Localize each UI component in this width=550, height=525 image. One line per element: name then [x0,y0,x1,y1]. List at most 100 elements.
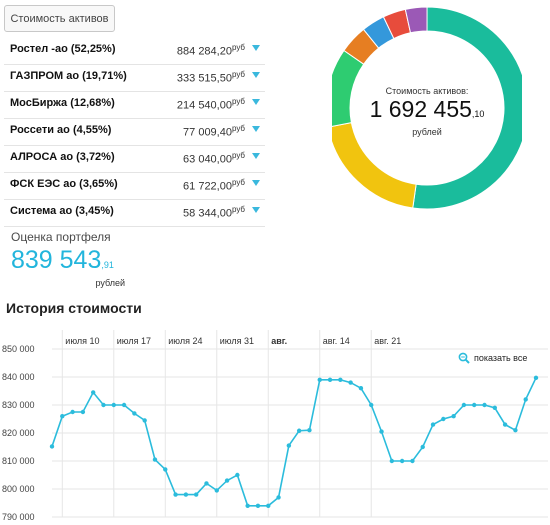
asset-value-unit: руб [231,151,245,160]
asset-row[interactable]: МосБиржа (12,68%) 214 540,00руб [4,92,265,119]
asset-row[interactable]: АЛРОСА ао (3,72%) 63 040,00руб [4,146,265,173]
asset-name: ФСК ЕЭС ао (3,65%) [10,178,118,190]
x-tick-label: авг. [271,336,287,346]
asset-value-amount: 214 540,00 [176,99,232,112]
history-data-point[interactable] [266,503,271,508]
history-data-point[interactable] [286,443,292,448]
asset-value-amount: 77 009,40 [183,126,232,139]
asset-list: Ростел -ао (52,25%) 884 284,20руб ГАЗПРОМ … [4,38,265,227]
history-data-point[interactable] [420,444,425,450]
history-data-point[interactable] [255,503,261,508]
history-data-point[interactable] [513,428,518,433]
history-data-point[interactable] [307,428,312,433]
expand-arrow-icon[interactable] [252,45,260,51]
asset-value-unit: руб [231,70,245,79]
history-data-point[interactable] [49,444,55,449]
history-data-point[interactable] [235,472,240,478]
portfolio-amount: 839 543 [11,246,102,274]
donut-total-cents: ,10 [471,109,485,119]
expand-arrow-icon[interactable] [252,207,260,213]
asset-value-tab[interactable]: Стоимость активов [4,5,115,32]
history-data-point[interactable] [472,402,477,408]
history-data-point[interactable] [173,492,178,497]
history-data-point[interactable] [348,380,353,385]
history-data-point[interactable] [60,414,65,419]
portfolio-label: Оценка портфеля [11,230,111,244]
donut-total-unit: рублей [412,127,442,137]
asset-row[interactable]: Система ао (3,45%) 58 344,00руб [4,200,265,227]
history-data-point[interactable] [296,428,302,433]
asset-value: 63 040,00руб [183,151,245,166]
asset-name: МосБиржа (12,68%) [10,97,115,109]
show-all-label: показать все [474,353,528,363]
history-data-point[interactable] [441,416,446,422]
expand-arrow-icon[interactable] [252,72,260,78]
history-data-point[interactable] [338,377,343,382]
history-data-point[interactable] [204,481,209,486]
history-data-point[interactable] [142,418,147,423]
history-data-point[interactable] [317,377,322,382]
y-tick-label: 850 000 [2,344,35,354]
history-data-point[interactable] [482,402,487,408]
expand-arrow-icon[interactable] [252,126,260,132]
history-data-point[interactable] [327,377,333,382]
history-data-point[interactable] [502,422,508,427]
x-tick-label: авг. 14 [323,336,350,346]
expand-arrow-icon[interactable] [252,180,260,186]
history-data-point[interactable] [389,458,395,464]
portfolio-cents: ,91 [101,260,114,270]
donut-center: Стоимость активов: 1 692 455,10 рублей [352,86,502,137]
expand-arrow-icon[interactable] [252,153,260,159]
history-data-point[interactable] [430,422,436,427]
history-data-point[interactable] [111,402,116,408]
history-data-point[interactable] [90,390,96,395]
asset-value-amount: 58 344,00 [183,207,232,220]
asset-row[interactable]: ГАЗПРОМ ао (19,71%) 333 515,50руб [4,65,265,92]
asset-value: 333 515,50руб [177,70,245,85]
y-tick-label: 790 000 [2,512,35,522]
history-data-point[interactable] [121,402,127,408]
history-data-point[interactable] [533,375,539,381]
expand-arrow-icon[interactable] [252,99,260,105]
history-data-point[interactable] [183,492,189,497]
asset-name: Ростел -ао (52,25%) [10,43,116,55]
history-data-point[interactable] [410,458,415,464]
history-data-point[interactable] [523,397,528,402]
asset-value-amount: 884 284,20 [176,45,232,58]
y-tick-label: 820 000 [2,428,35,438]
asset-value-amount: 61 722,00 [183,180,232,193]
asset-row[interactable]: ФСК ЕЭС ао (3,65%) 61 722,00руб [4,173,265,200]
history-data-point[interactable] [163,467,168,472]
asset-name: Россети ао (4,55%) [10,124,112,136]
asset-value-unit: руб [231,43,245,52]
history-data-point[interactable] [276,495,281,500]
history-data-point[interactable] [245,503,250,508]
history-data-point[interactable] [451,414,456,419]
history-data-point[interactable] [492,405,498,410]
history-data-point[interactable] [461,402,467,408]
history-data-point[interactable] [379,429,384,434]
donut-total-amount: 1 692 455 [369,96,472,122]
history-data-point[interactable] [214,488,219,493]
history-data-point[interactable] [224,478,230,483]
asset-name: ГАЗПРОМ ао (19,71%) [10,70,127,82]
history-data-point[interactable] [399,458,405,464]
x-tick-label: июля 10 [65,336,99,346]
portfolio-value: 839 543,91 [11,246,121,275]
asset-name: АЛРОСА ао (3,72%) [10,151,115,163]
show-all-button[interactable]: показать все [458,352,527,364]
x-tick-label: июля 31 [220,336,254,346]
history-data-point[interactable] [369,402,374,408]
history-data-point[interactable] [70,409,75,415]
history-data-point[interactable] [80,409,86,415]
history-data-point[interactable] [358,386,364,391]
zoom-icon [458,352,470,364]
asset-row[interactable]: Ростел -ао (52,25%) 884 284,20руб [4,38,265,65]
history-data-point[interactable] [193,492,199,497]
asset-value: 77 009,40руб [183,124,245,139]
history-data-point[interactable] [101,402,106,408]
history-data-point[interactable] [152,457,158,462]
asset-row[interactable]: Россети ао (4,55%) 77 009,40руб [4,119,265,146]
history-data-point[interactable] [132,411,137,416]
donut-total-label: Стоимость активов: [385,86,469,96]
